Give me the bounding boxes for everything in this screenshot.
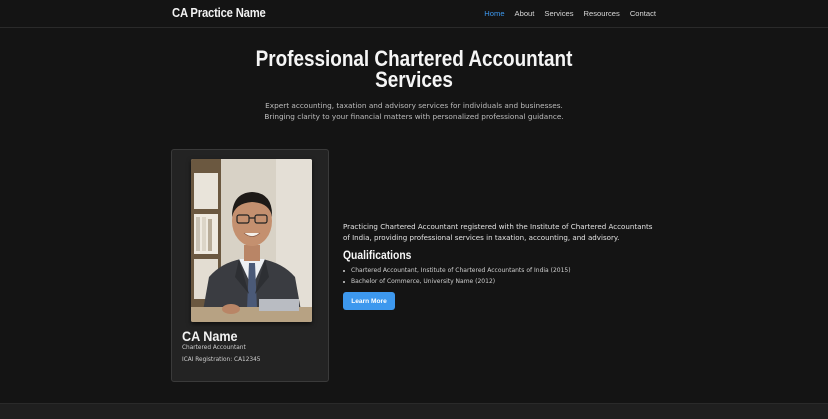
nav-link-services[interactable]: Services <box>544 9 573 18</box>
nav-link-contact[interactable]: Contact <box>630 9 656 18</box>
hero-subtitle-line-1: Expert accounting, taxation and advisory… <box>265 101 563 110</box>
nav-links: Home About Services Resources Contact <box>484 9 656 18</box>
about-intro: Practicing Chartered Accountant register… <box>343 222 653 242</box>
learn-more-button[interactable]: Learn More <box>343 292 395 310</box>
profile-role: Chartered Accountant <box>182 345 246 351</box>
profile-card: CA Name Chartered Accountant ICAI Regist… <box>171 149 329 382</box>
qualification-item: Chartered Accountant, Institute of Chart… <box>343 266 663 277</box>
profile-registration: ICAI Registration: CA12345 <box>182 357 261 363</box>
profile-name: CA Name <box>182 328 238 344</box>
hero-subtitle: Expert accounting, taxation and advisory… <box>214 100 614 122</box>
nav-link-about[interactable]: About <box>515 9 535 18</box>
profile-photo <box>191 159 312 322</box>
hero-subtitle-line-2: Bringing clarity to your financial matte… <box>264 112 564 121</box>
navbar: CA Practice Name Home About Services Res… <box>0 0 828 28</box>
nav-link-home[interactable]: Home <box>484 9 504 18</box>
qualification-item: Bachelor of Commerce, University Name (2… <box>343 277 663 288</box>
nav-link-resources[interactable]: Resources <box>584 9 620 18</box>
footer <box>0 403 828 419</box>
qualifications-list: Chartered Accountant, Institute of Chart… <box>343 266 663 287</box>
qualifications-heading: Qualifications <box>343 250 412 262</box>
hero-title: Professional Chartered Accountant Servic… <box>255 46 573 92</box>
brand-logo[interactable]: CA Practice Name <box>172 6 266 20</box>
